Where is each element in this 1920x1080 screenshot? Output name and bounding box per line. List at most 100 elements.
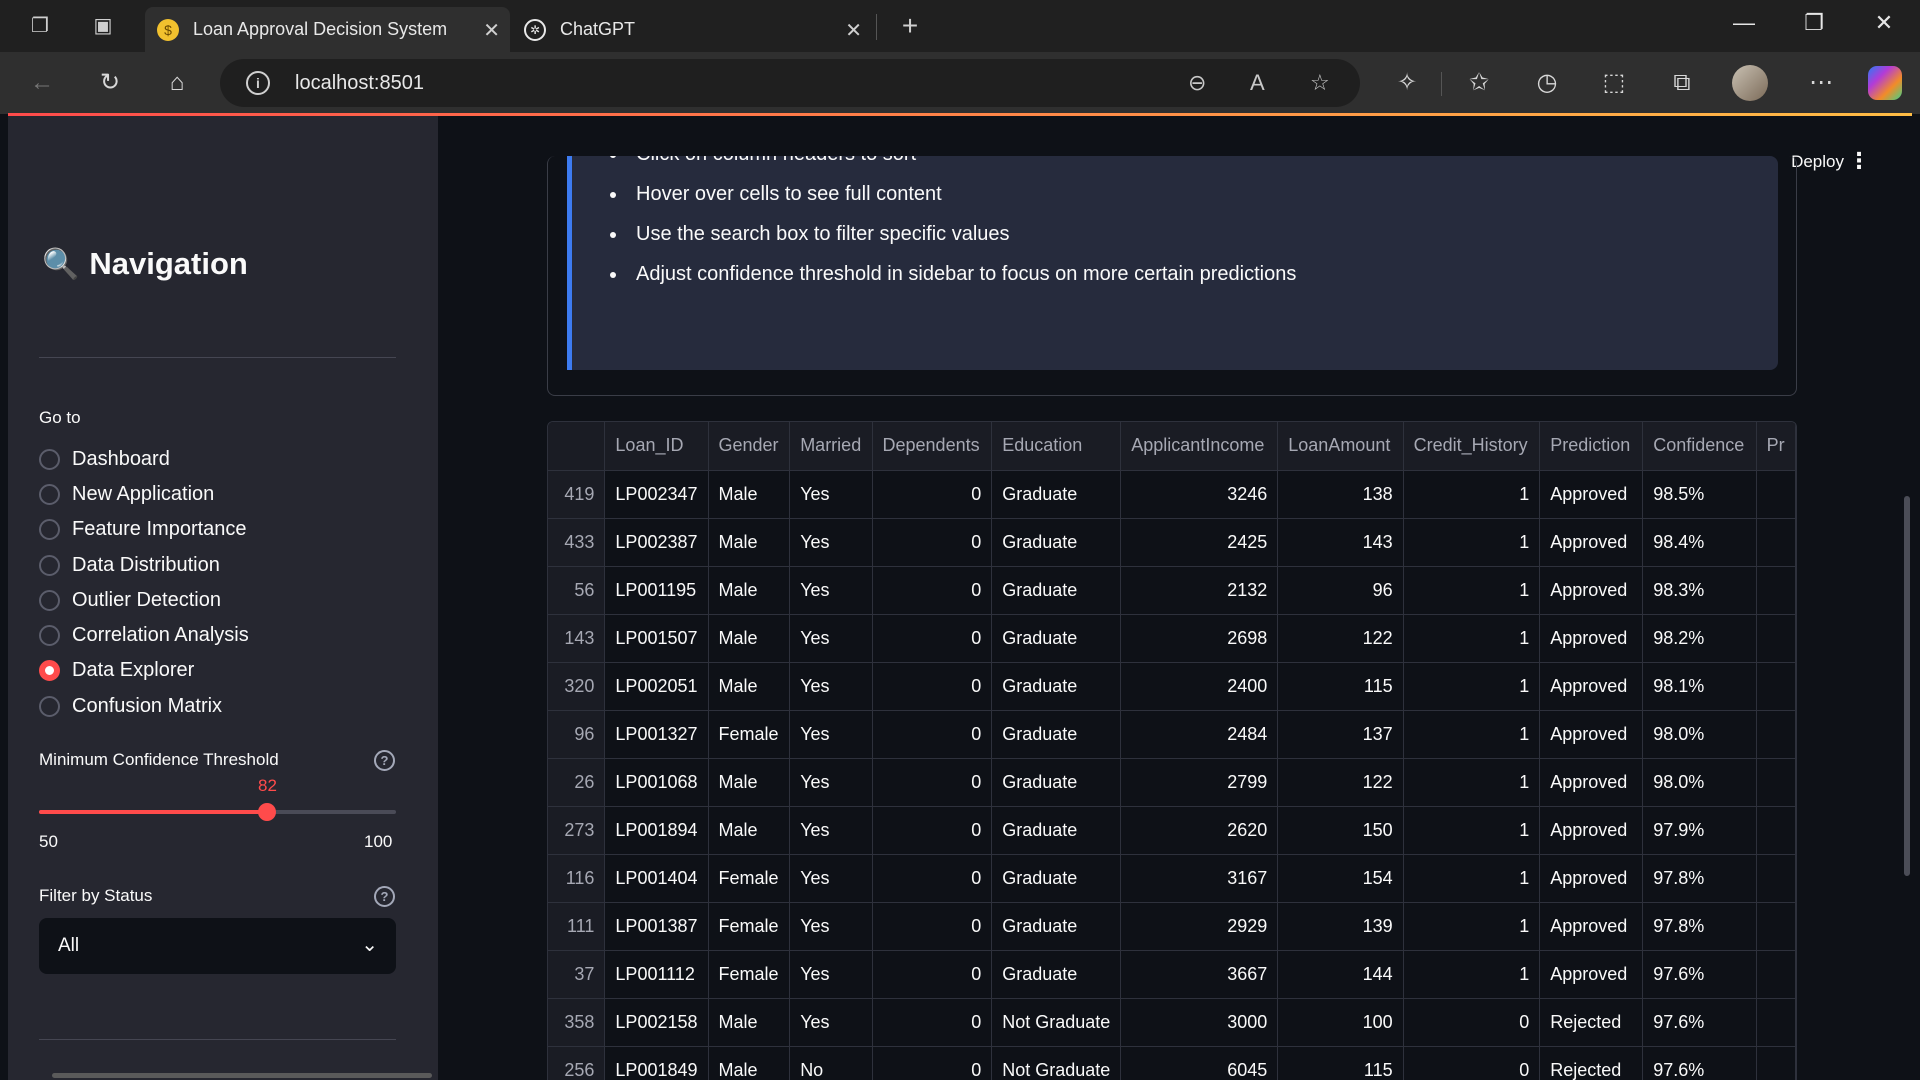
table-cell[interactable]: LP001849	[604, 1046, 709, 1080]
extensions-icon[interactable]: ✧	[1391, 67, 1423, 99]
table-cell[interactable]: Graduate	[991, 662, 1122, 711]
table-cell[interactable]: Graduate	[991, 470, 1122, 519]
help-icon[interactable]: ?	[374, 750, 395, 771]
table-cell[interactable]: Yes	[789, 902, 873, 951]
table-cell[interactable]: 98.5%	[1642, 470, 1757, 519]
collections-icon[interactable]: ⧉	[1666, 67, 1698, 99]
row-index-cell[interactable]: 143	[548, 614, 606, 663]
table-cell[interactable]: LP001404	[604, 854, 709, 903]
table-cell[interactable]: 137	[1277, 710, 1404, 759]
table-row[interactable]: 111 LP001387 Female Yes 0 Graduate 2929 139 1 App…	[548, 902, 1796, 951]
table-cell[interactable]: Rejected	[1539, 1046, 1644, 1080]
zoom-out-icon[interactable]: ⊖	[1188, 70, 1206, 96]
table-cell[interactable]: 97.8%	[1642, 854, 1757, 903]
table-cell[interactable]	[1756, 710, 1796, 759]
row-index-cell[interactable]: 37	[548, 950, 606, 999]
row-index-cell[interactable]: 320	[548, 662, 606, 711]
radio-dot[interactable]	[39, 589, 60, 611]
table-cell[interactable]: 0	[872, 854, 993, 903]
table-cell[interactable]: Male	[708, 806, 791, 855]
row-index-cell[interactable]: 256	[548, 1046, 606, 1080]
table-cell[interactable]: LP001195	[604, 566, 709, 615]
table-cell[interactable]: 139	[1277, 902, 1404, 951]
radio-dot[interactable]	[39, 518, 60, 540]
table-cell[interactable]: 0	[872, 998, 993, 1047]
table-cell[interactable]: Female	[708, 950, 791, 999]
tab-chatgpt[interactable]: ✲ ChatGPT ✕	[512, 7, 872, 52]
favorite-star-icon[interactable]: ☆	[1310, 70, 1330, 96]
table-cell[interactable]: Approved	[1539, 806, 1644, 855]
table-cell[interactable]: 2132	[1120, 566, 1279, 615]
table-cell[interactable]: Yes	[789, 806, 873, 855]
table-row[interactable]: 116 LP001404 Female Yes 0 Graduate 3167 154 1 App…	[548, 854, 1796, 903]
table-cell[interactable]: LP001327	[604, 710, 709, 759]
radio-dot[interactable]	[39, 624, 60, 646]
more-options-icon[interactable]: ⋯	[1805, 67, 1837, 99]
table-cell[interactable]: Graduate	[991, 902, 1122, 951]
table-cell[interactable]: 98.3%	[1642, 566, 1757, 615]
table-row[interactable]: 256 LP001849 Male No 0 Not Graduate 6045 115 0 Re…	[548, 1046, 1796, 1080]
table-cell[interactable]: 2799	[1120, 758, 1279, 807]
table-cell[interactable]: 3667	[1120, 950, 1279, 999]
column-header[interactable]: Credit_History	[1403, 422, 1541, 471]
table-cell[interactable]: Not Graduate	[991, 998, 1122, 1047]
table-cell[interactable]: Yes	[789, 998, 873, 1047]
table-cell[interactable]: 1	[1403, 902, 1541, 951]
column-header[interactable]: Prediction	[1539, 422, 1644, 471]
table-cell[interactable]: Yes	[789, 518, 873, 567]
table-cell[interactable]: 0	[872, 710, 993, 759]
site-info-icon[interactable]: i	[246, 71, 270, 95]
table-cell[interactable]: Approved	[1539, 758, 1644, 807]
table-cell[interactable]	[1756, 1046, 1796, 1080]
tab-actions-icon[interactable]: ▣	[89, 12, 117, 40]
close-tab-icon[interactable]: ✕	[483, 18, 500, 43]
table-cell[interactable]: 1	[1403, 614, 1541, 663]
table-cell[interactable]: 0	[872, 1046, 993, 1080]
table-cell[interactable]: LP001894	[604, 806, 709, 855]
column-header[interactable]: Pr	[1756, 422, 1796, 471]
screenshot-icon[interactable]: ⬚	[1598, 67, 1630, 99]
table-cell[interactable]	[1756, 902, 1796, 951]
table-cell[interactable]: 0	[872, 950, 993, 999]
copilot-icon[interactable]	[1868, 66, 1902, 100]
table-cell[interactable]: 98.0%	[1642, 710, 1757, 759]
row-index-cell[interactable]: 433	[548, 518, 606, 567]
table-cell[interactable]: 0	[872, 470, 993, 519]
table-cell[interactable]: LP002387	[604, 518, 709, 567]
table-cell[interactable]: 1	[1403, 854, 1541, 903]
table-cell[interactable]: Approved	[1539, 902, 1644, 951]
table-cell[interactable]: Yes	[789, 470, 873, 519]
row-index-cell[interactable]: 358	[548, 998, 606, 1047]
table-cell[interactable]: 0	[872, 662, 993, 711]
table-cell[interactable]	[1756, 758, 1796, 807]
table-cell[interactable]: Approved	[1539, 950, 1644, 999]
column-header[interactable]: Dependents	[872, 422, 993, 471]
close-tab-icon[interactable]: ✕	[845, 18, 862, 43]
row-index-cell[interactable]: 96	[548, 710, 606, 759]
table-cell[interactable]: 97.6%	[1642, 950, 1757, 999]
table-cell[interactable]	[1756, 566, 1796, 615]
table-cell[interactable]: 97.8%	[1642, 902, 1757, 951]
data-explorer-table[interactable]: Loan_ID Gender Married Dependents Education A…	[547, 421, 1797, 1080]
table-cell[interactable]: 1	[1403, 950, 1541, 999]
refresh-icon[interactable]: ↻	[94, 67, 126, 99]
kebab-menu-icon[interactable]: ⋮	[1848, 148, 1870, 174]
table-cell[interactable]: Approved	[1539, 566, 1644, 615]
table-cell[interactable]: 6045	[1120, 1046, 1279, 1080]
table-cell[interactable]: Female	[708, 854, 791, 903]
table-cell[interactable]: 1	[1403, 710, 1541, 759]
table-cell[interactable]: 154	[1277, 854, 1404, 903]
table-cell[interactable]: Male	[708, 518, 791, 567]
table-cell[interactable]: Graduate	[991, 710, 1122, 759]
read-aloud-icon[interactable]: A	[1250, 70, 1265, 96]
table-cell[interactable]: 122	[1277, 614, 1404, 663]
column-header[interactable]: ApplicantIncome	[1120, 422, 1279, 471]
row-index-cell[interactable]: 56	[548, 566, 606, 615]
table-cell[interactable]: 1	[1403, 758, 1541, 807]
table-row[interactable]: 433 LP002387 Male Yes 0 Graduate 2425 143 1 Appro…	[548, 518, 1796, 567]
status-filter-select[interactable]: All ⌄	[39, 918, 396, 974]
nav-radio-feature-importance[interactable]: Feature Importance	[39, 514, 247, 544]
table-cell[interactable]: Graduate	[991, 566, 1122, 615]
nav-radio-outlier-detection[interactable]: Outlier Detection	[39, 585, 221, 615]
table-cell[interactable]: Yes	[789, 614, 873, 663]
